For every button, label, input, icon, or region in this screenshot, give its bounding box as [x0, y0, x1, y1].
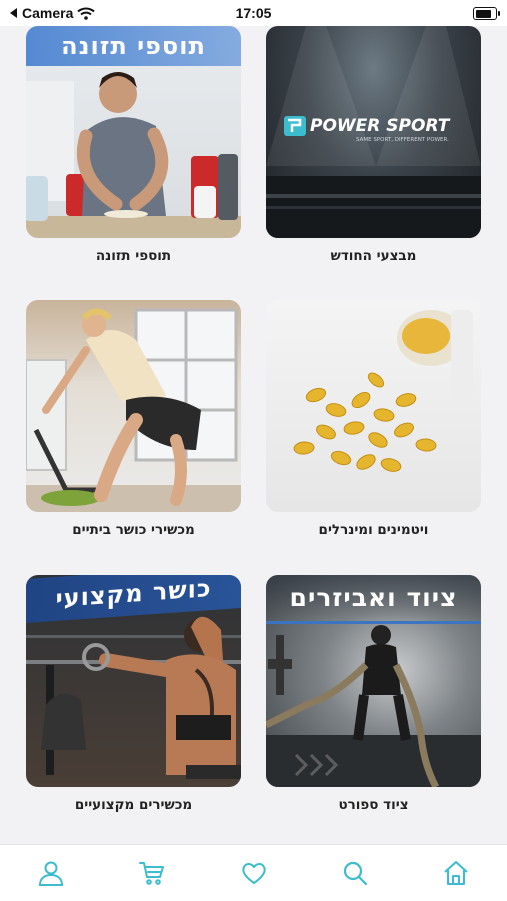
- category-tile-sports-gear[interactable]: ציוד ואביזרים ציוד ספורט: [266, 575, 481, 833]
- tab-cart[interactable]: [132, 853, 172, 893]
- category-image: [26, 300, 241, 512]
- battery-icon: [473, 7, 500, 20]
- bottom-tab-bar: [0, 844, 507, 901]
- category-tile-pro-equipment[interactable]: כושר מקצועי מכשירים מקצועיים: [26, 575, 241, 833]
- category-caption: מכשירים מקצועיים: [74, 797, 193, 813]
- tab-home[interactable]: [436, 853, 476, 893]
- heart-icon: [241, 863, 266, 884]
- category-tile-vitamins[interactable]: ויטמינים ומינרלים: [266, 300, 481, 558]
- tab-search[interactable]: [335, 853, 375, 893]
- search-icon: [343, 861, 368, 886]
- brand-logo-text: POWER SPORT: [310, 116, 450, 136]
- category-tile-monthly-deals[interactable]: POWER SPORT SAME SPORT, DIFFERENT POWER.…: [266, 26, 481, 284]
- category-caption: תוספי תזונה: [95, 248, 172, 264]
- home-fitness-scene: [26, 308, 241, 512]
- category-image: ציוד ואביזרים: [266, 575, 481, 787]
- home-icon: [444, 861, 468, 885]
- category-image: כושר מקצועי: [26, 575, 241, 787]
- status-bar: Camera 17:05: [0, 0, 507, 26]
- brand-tagline: SAME SPORT, DIFFERENT POWER.: [356, 137, 449, 143]
- category-caption: ציוד ספורט: [338, 797, 409, 813]
- category-caption: מבצעי החודש: [330, 248, 417, 264]
- category-banner: תוספי תזונה: [26, 26, 241, 66]
- vitamins-scene: [293, 310, 473, 472]
- category-caption: ויטמינים ומינרלים: [318, 522, 429, 538]
- cart-icon: [139, 862, 165, 885]
- category-image: תוספי תזונה: [26, 26, 241, 238]
- status-time: 17:05: [235, 5, 272, 21]
- category-caption: מכשירי כושר ביתיים: [72, 522, 195, 538]
- category-image: POWER SPORT SAME SPORT, DIFFERENT POWER.: [266, 26, 481, 238]
- category-banner: ציוד ואביזרים: [266, 575, 481, 624]
- tab-favorites[interactable]: [234, 853, 274, 893]
- user-icon: [38, 861, 63, 886]
- tab-profile[interactable]: [31, 853, 71, 893]
- category-grid: POWER SPORT SAME SPORT, DIFFERENT POWER.…: [0, 26, 507, 844]
- category-tile-home-fitness[interactable]: מכשירי כושר ביתיים: [26, 300, 241, 558]
- category-image: [266, 300, 481, 512]
- category-tile-supplements[interactable]: תוספי תזונה תוספי תזונה: [26, 26, 241, 284]
